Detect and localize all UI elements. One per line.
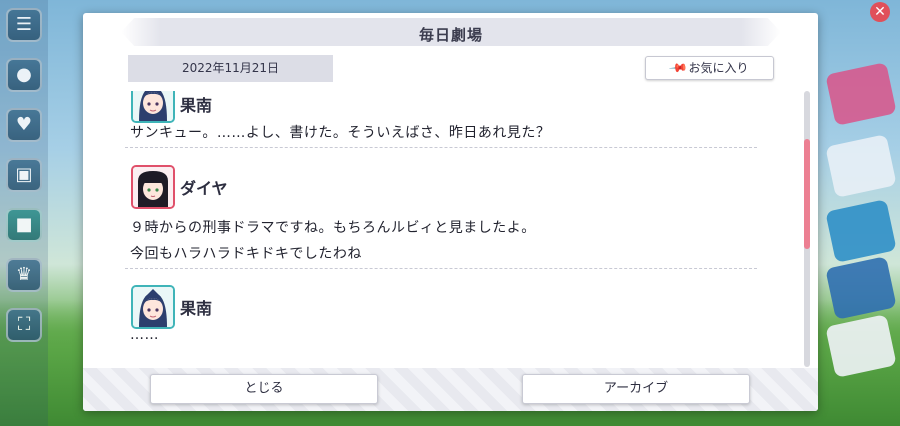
right-tile-2	[825, 134, 897, 198]
goods-icon: ♥	[6, 108, 42, 142]
favorite-button[interactable]: 📌お気に入り	[645, 56, 774, 80]
pin-icon: 📌	[667, 57, 689, 79]
message-line: ……	[130, 327, 159, 343]
screen-icon: ■	[6, 208, 42, 242]
right-tile-4	[825, 256, 897, 320]
menu-icon: ☰	[6, 8, 42, 42]
right-tile-3	[825, 199, 897, 263]
message-item: 果南 ……	[125, 269, 757, 359]
notification-badge-icon: ✕	[870, 2, 890, 22]
speaker-name: ダイヤ	[180, 179, 228, 198]
favorite-label: お気に入り	[688, 61, 749, 75]
date-label: 2022年11月21日	[128, 55, 333, 82]
background-right-panels: ✕	[818, 0, 900, 426]
expand-icon: ⛶	[6, 308, 42, 342]
scrollbar-thumb[interactable]	[804, 139, 810, 249]
close-button[interactable]: とじる	[150, 374, 378, 404]
daily-theater-dialog: 毎日劇場 2022年11月21日 📌お気に入り 果南 サンキュー。……よし、書け…	[83, 13, 818, 411]
message-line: 今回もハラハラドキドキでしたわね	[130, 246, 362, 262]
dialog-title: 毎日劇場	[418, 26, 483, 44]
trophy-icon: ♛	[6, 258, 42, 292]
right-tile-5	[825, 314, 897, 378]
message-line: サンキュー。……よし、書けた。そういえばさ、昨日あれ見た？	[130, 125, 551, 141]
archive-button[interactable]: アーカイブ	[522, 374, 750, 404]
background-side-menu: ☰ ● ♥ ▣ ■ ♛ ⛶	[0, 0, 48, 426]
scrollbar[interactable]	[804, 91, 810, 367]
title-bar: 毎日劇場	[121, 18, 781, 46]
message-item: ダイヤ ９時からの刑事ドラマですね。もちろんルビィと見ましたよ。 今回もハラハラ…	[125, 148, 757, 268]
dia-avatar	[131, 165, 175, 209]
right-tile-1	[825, 62, 897, 126]
gift-icon: ▣	[6, 158, 42, 192]
kanan-avatar	[131, 91, 175, 123]
message-item: 果南 サンキュー。……よし、書けた。そういえばさ、昨日あれ見た？	[125, 91, 757, 147]
message-line: ９時からの刑事ドラマですね。もちろんルビィと見ましたよ。	[130, 220, 536, 236]
chat-icon: ●	[6, 58, 42, 92]
kanan-avatar	[131, 285, 175, 329]
speaker-name: 果南	[180, 96, 213, 115]
speaker-name: 果南	[180, 299, 213, 318]
message-list[interactable]: 果南 サンキュー。……よし、書けた。そういえばさ、昨日あれ見た？ ダイヤ ９時か…	[125, 91, 765, 366]
